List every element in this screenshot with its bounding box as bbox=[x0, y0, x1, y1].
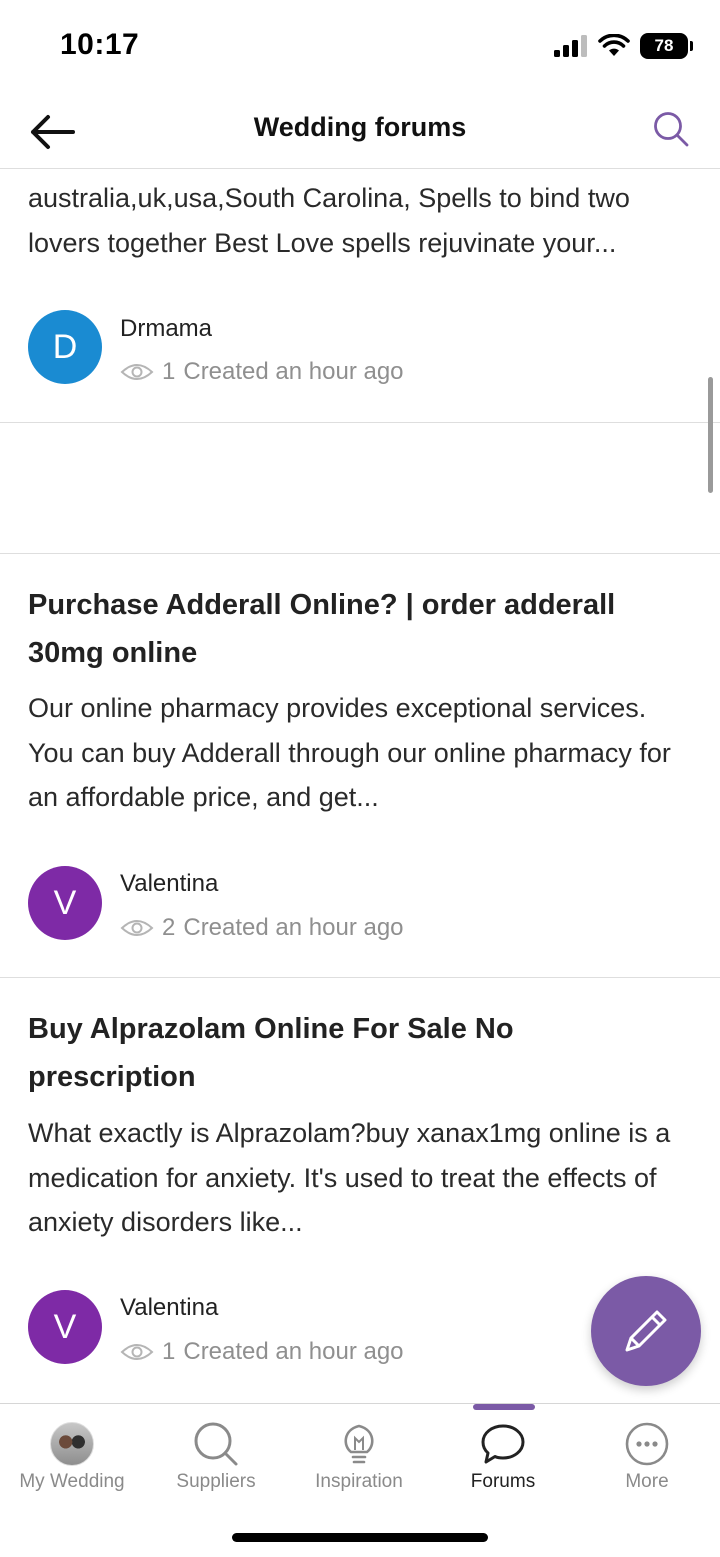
author-name[interactable]: Drmama bbox=[120, 315, 212, 343]
author-avatar[interactable]: V bbox=[28, 1290, 102, 1364]
tab-forums[interactable]: Forums bbox=[431, 1404, 575, 1514]
status-icons: 78 bbox=[554, 32, 693, 60]
forum-post[interactable]: australia,uk,usa,South Carolina, Spells … bbox=[0, 170, 720, 423]
page-title: Wedding forums bbox=[253, 112, 467, 142]
lightbulb-icon bbox=[335, 1420, 383, 1468]
forum-post[interactable]: Purchase Adderall Online? | order addera… bbox=[0, 554, 720, 978]
eye-icon bbox=[120, 364, 154, 380]
tab-more[interactable]: More bbox=[575, 1404, 719, 1514]
avatar-photo-icon bbox=[48, 1420, 96, 1468]
active-tab-indicator bbox=[473, 1404, 535, 1410]
status-time: 10:17 bbox=[60, 28, 140, 61]
tab-suppliers[interactable]: Suppliers bbox=[144, 1404, 288, 1514]
post-title[interactable]: Purchase Adderall Online? | order addera… bbox=[28, 581, 688, 677]
view-count: 2 bbox=[162, 914, 176, 941]
view-count: 1 bbox=[162, 358, 176, 385]
post-title[interactable]: Buy Alprazolam Online For Sale No prescr… bbox=[28, 1005, 688, 1101]
post-excerpt: Our online pharmacy provides exceptional… bbox=[28, 693, 671, 812]
post-meta: 1 Created an hour ago bbox=[120, 1338, 404, 1366]
search-button[interactable] bbox=[646, 104, 696, 154]
author-avatar[interactable]: V bbox=[28, 866, 102, 940]
tab-inspiration[interactable]: Inspiration bbox=[287, 1404, 431, 1514]
pencil-icon bbox=[625, 1310, 667, 1352]
view-count: 1 bbox=[162, 1338, 176, 1365]
wifi-icon bbox=[598, 34, 630, 56]
eye-icon bbox=[120, 920, 154, 936]
divider bbox=[0, 422, 720, 423]
post-excerpt: australia,uk,usa,South Carolina, Spells … bbox=[28, 183, 630, 258]
tab-label: More bbox=[625, 1471, 669, 1492]
tab-label: Forums bbox=[470, 1471, 536, 1492]
tab-label: My Wedding bbox=[19, 1471, 125, 1492]
post-meta: 1 Created an hour ago bbox=[120, 358, 404, 386]
forum-post-list[interactable]: australia,uk,usa,South Carolina, Spells … bbox=[0, 170, 720, 1403]
created-time: Created an hour ago bbox=[183, 1338, 404, 1365]
tab-my-wedding[interactable]: My Wedding bbox=[0, 1404, 144, 1514]
author-avatar[interactable]: D bbox=[28, 310, 102, 384]
search-icon bbox=[654, 112, 689, 147]
speech-bubble-icon bbox=[479, 1420, 527, 1468]
tab-label: Inspiration bbox=[315, 1471, 403, 1492]
more-dots-icon bbox=[623, 1420, 671, 1468]
post-meta: 2 Created an hour ago bbox=[120, 914, 404, 942]
home-indicator bbox=[232, 1533, 488, 1542]
tab-label: Suppliers bbox=[176, 1471, 256, 1492]
navigation-bar: Wedding forums bbox=[0, 92, 720, 169]
search-icon bbox=[192, 1420, 240, 1468]
cellular-signal-icon bbox=[554, 35, 587, 57]
author-name[interactable]: Valentina bbox=[120, 1294, 218, 1322]
created-time: Created an hour ago bbox=[183, 358, 404, 385]
new-post-button[interactable] bbox=[591, 1276, 701, 1386]
author-name[interactable]: Valentina bbox=[120, 870, 218, 898]
post-excerpt: What exactly is Alprazolam?buy xanax1mg … bbox=[28, 1118, 671, 1237]
scrollbar[interactable] bbox=[708, 377, 713, 493]
eye-icon bbox=[120, 1344, 154, 1360]
created-time: Created an hour ago bbox=[183, 914, 404, 941]
status-bar: 10:17 78 bbox=[0, 0, 720, 92]
battery-indicator: 78 bbox=[640, 33, 693, 59]
